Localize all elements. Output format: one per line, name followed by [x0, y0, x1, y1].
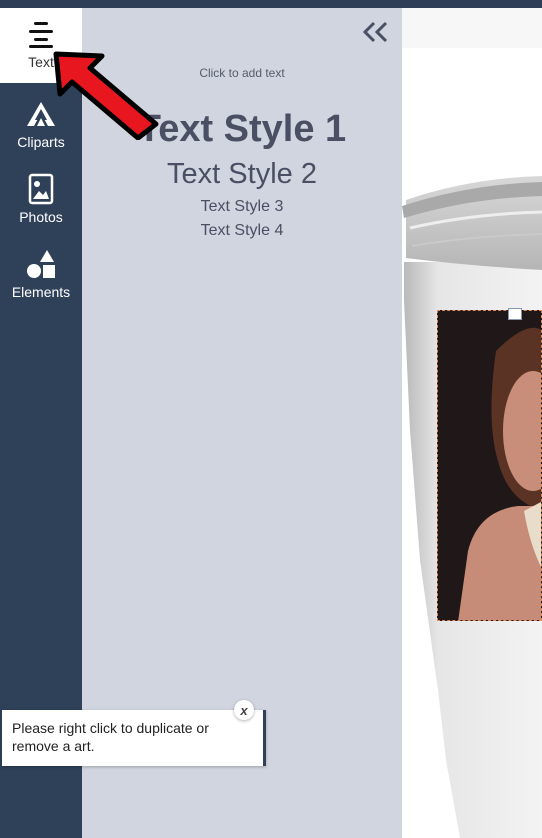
portrait-photo: [438, 311, 541, 620]
tooltip-message: Please right click to duplicate or remov…: [2, 710, 266, 766]
tooltip-close-button[interactable]: x: [234, 700, 254, 720]
pointer-arrow-icon: [53, 51, 159, 140]
photo-placeholder[interactable]: [437, 310, 542, 621]
resize-handle[interactable]: [508, 308, 522, 320]
